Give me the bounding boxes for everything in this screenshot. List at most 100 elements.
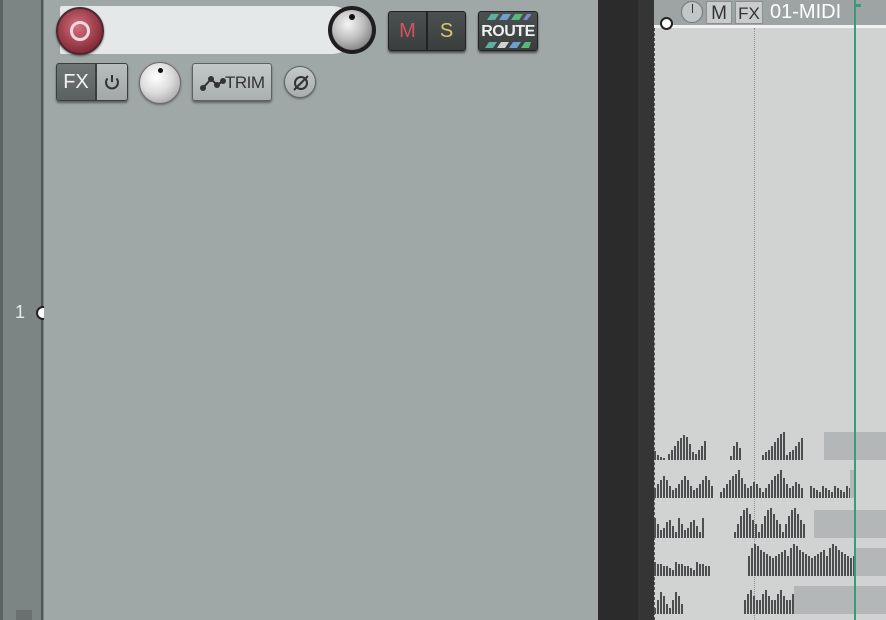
midi-note xyxy=(702,480,704,498)
midi-note xyxy=(782,532,784,538)
midi-note xyxy=(699,564,701,576)
cursor-flag xyxy=(854,4,861,7)
midi-note xyxy=(826,556,828,576)
midi-note xyxy=(705,566,707,576)
midi-note xyxy=(657,600,659,614)
track-name-field[interactable] xyxy=(60,6,356,54)
fx-bypass-button[interactable] xyxy=(96,63,128,101)
pan-knob[interactable] xyxy=(139,62,181,104)
midi-note xyxy=(677,441,679,460)
midi-note xyxy=(759,600,761,614)
midi-note xyxy=(678,596,680,614)
midi-note xyxy=(696,562,698,576)
midi-note-block xyxy=(814,510,886,538)
midi-note xyxy=(741,478,743,498)
midi-note xyxy=(762,455,764,460)
midi-note xyxy=(660,530,662,538)
midi-note xyxy=(797,514,799,538)
midi-note xyxy=(813,488,815,498)
midi-note xyxy=(726,484,728,498)
playback-cursor[interactable] xyxy=(854,0,856,620)
midi-note xyxy=(831,492,833,498)
trim-button[interactable]: TRIM xyxy=(192,63,272,101)
route-button[interactable]: ROUTE xyxy=(478,11,538,51)
midi-note xyxy=(666,604,668,614)
midi-note xyxy=(805,554,807,576)
midi-note xyxy=(692,452,694,460)
midi-note xyxy=(668,454,670,460)
midi-note xyxy=(762,594,764,614)
midi-note xyxy=(744,600,746,614)
midi-note xyxy=(771,446,773,460)
fx-button[interactable]: FX xyxy=(56,63,96,101)
envelope-point[interactable] xyxy=(660,17,673,30)
midi-note xyxy=(654,608,656,614)
midi-note-block xyxy=(794,586,886,614)
midi-note xyxy=(768,484,770,498)
midi-note xyxy=(671,450,673,460)
midi-note xyxy=(771,480,773,498)
midi-note xyxy=(779,524,781,538)
trim-label: TRIM xyxy=(225,73,265,92)
midi-note xyxy=(828,490,830,498)
midi-note xyxy=(802,552,804,576)
midi-note xyxy=(747,488,749,498)
pan-knob-indicator xyxy=(158,68,163,73)
midi-note xyxy=(786,484,788,498)
item-volume-knob[interactable] xyxy=(681,1,703,23)
mute-button[interactable]: M xyxy=(388,11,427,51)
tcp-arrange-divider[interactable] xyxy=(598,0,638,620)
arrange-left-edge xyxy=(638,0,654,620)
midi-note xyxy=(792,450,794,460)
midi-note xyxy=(663,458,665,460)
midi-note xyxy=(675,562,677,576)
midi-note xyxy=(774,600,776,614)
midi-note xyxy=(755,524,757,538)
midi-note xyxy=(708,566,710,576)
midi-note xyxy=(795,446,797,460)
midi-note xyxy=(729,480,731,498)
midi-note xyxy=(747,594,749,614)
midi-note xyxy=(738,470,740,498)
midi-note xyxy=(765,590,767,614)
midi-note xyxy=(739,448,741,460)
midi-note xyxy=(743,510,745,538)
midi-note xyxy=(752,520,754,538)
midi-note xyxy=(699,532,701,538)
midi-note xyxy=(763,552,765,576)
midi-note xyxy=(666,522,668,538)
midi-note xyxy=(796,546,798,576)
midi-note xyxy=(681,480,683,498)
midi-note xyxy=(773,514,775,538)
midi-note xyxy=(748,556,750,576)
midi-note xyxy=(663,476,665,498)
phase-invert-button[interactable] xyxy=(284,66,316,98)
midi-note xyxy=(705,476,707,498)
midi-note xyxy=(757,546,759,576)
midi-note xyxy=(696,526,698,538)
midi-note xyxy=(771,600,773,614)
midi-note xyxy=(765,488,767,498)
power-icon xyxy=(105,75,119,90)
midi-note xyxy=(770,508,772,538)
midi-note xyxy=(774,476,776,498)
midi-note xyxy=(789,452,791,460)
midi-note xyxy=(769,556,771,576)
volume-knob[interactable] xyxy=(328,6,376,54)
midi-note xyxy=(808,556,810,576)
midi-note xyxy=(674,446,676,460)
midi-note xyxy=(762,492,764,498)
midi-note xyxy=(693,570,695,576)
midi-note xyxy=(829,548,831,576)
midi-note xyxy=(783,478,785,498)
midi-note xyxy=(678,564,680,576)
midi-note xyxy=(800,520,802,538)
item-fx-button[interactable]: FX xyxy=(735,1,763,24)
midi-note xyxy=(846,486,848,498)
solo-button[interactable]: S xyxy=(427,11,466,51)
item-mute-button[interactable]: M xyxy=(706,1,732,24)
midi-note xyxy=(793,544,795,576)
midi-note xyxy=(750,486,752,498)
arrange-view[interactable]: M FX 01-MIDI xyxy=(654,0,886,620)
record-arm-button[interactable] xyxy=(56,7,104,55)
